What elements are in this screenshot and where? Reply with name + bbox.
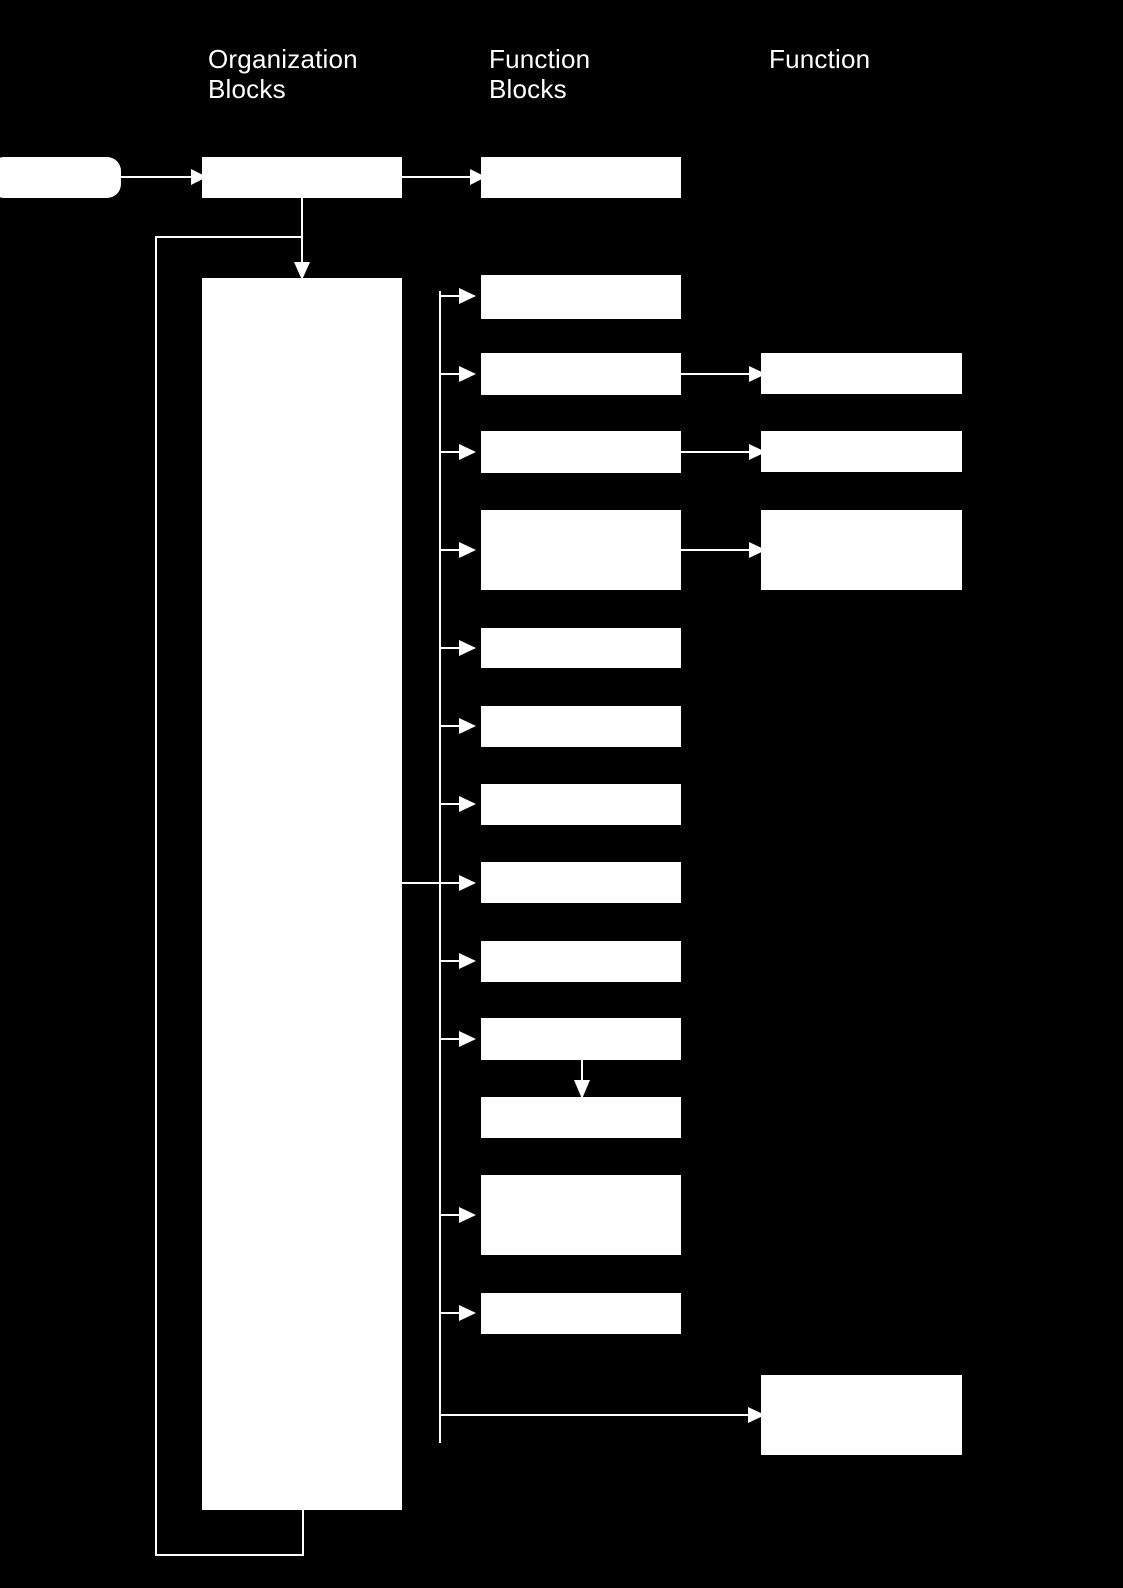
- function-block-10-label: [481, 1018, 681, 1060]
- connector-ob-main-bus: [402, 291, 441, 1443]
- function-block-11[interactable]: [481, 1097, 681, 1138]
- function-1[interactable]: [761, 353, 962, 394]
- function-block-7-label: [481, 784, 681, 825]
- function-block-13[interactable]: [481, 1293, 681, 1334]
- function-block-8[interactable]: [481, 862, 681, 903]
- connector-bus-to-fb-7: [440, 796, 476, 812]
- function-block-9[interactable]: [481, 941, 681, 982]
- entry-block[interactable]: [0, 157, 121, 198]
- connector-bus-to-fb-8: [440, 875, 476, 891]
- entry-block-label: [0, 157, 121, 198]
- function-block-12-label: [481, 1175, 681, 1255]
- function-bottom-label: [761, 1375, 962, 1455]
- connector-fb-3-to-fn-2: [681, 444, 766, 460]
- organization-block-main-cycle-label: [202, 278, 402, 1510]
- function-block-1-label: [481, 275, 681, 319]
- function-block-6-label: [481, 706, 681, 747]
- function-2[interactable]: [761, 431, 962, 472]
- connector-bus-to-fb-9: [440, 953, 476, 969]
- column-title-function-blocks: Function Blocks: [489, 44, 591, 104]
- function-block-1[interactable]: [481, 275, 681, 319]
- function-block-5-label: [481, 628, 681, 668]
- connector-bus-to-fb-6: [440, 718, 476, 734]
- column-title-function: Function: [769, 44, 871, 74]
- connector-bus-to-fb-10: [440, 1031, 476, 1047]
- connector-bus-to-fb-1: [440, 288, 476, 304]
- connector-bus-to-fb-5: [440, 640, 476, 656]
- function-block-startup-label: [481, 157, 681, 198]
- function-block-11-label: [481, 1097, 681, 1138]
- organization-block-startup[interactable]: [202, 157, 402, 198]
- function-block-5[interactable]: [481, 628, 681, 668]
- connector-entry-to-ob-top: [121, 169, 207, 185]
- function-block-4[interactable]: [481, 510, 681, 590]
- function-block-3-label: [481, 431, 681, 473]
- connector-bus-to-fn-bottom: [439, 1407, 765, 1443]
- column-title-organization-blocks: Organization Blocks: [208, 44, 358, 104]
- function-3-label: [761, 510, 962, 590]
- connector-fb-2-to-fn-1: [681, 366, 766, 382]
- connector-bus-to-fb-12: [440, 1207, 476, 1223]
- connector-fb-4-to-fn-3: [681, 542, 766, 558]
- connector-bus-to-fb-13: [440, 1305, 476, 1321]
- function-block-8-label: [481, 862, 681, 903]
- connector-bus-to-fb-2: [440, 366, 476, 382]
- connector-ob-top-to-ob-main: [294, 198, 310, 280]
- function-block-2[interactable]: [481, 353, 681, 395]
- connector-ob-top-to-fb-top: [402, 169, 486, 185]
- organization-block-main-cycle[interactable]: [202, 278, 402, 1510]
- function-block-startup[interactable]: [481, 157, 681, 198]
- function-3[interactable]: [761, 510, 962, 590]
- function-block-12[interactable]: [481, 1175, 681, 1255]
- organization-block-startup-label: [202, 157, 402, 198]
- function-2-label: [761, 431, 962, 472]
- function-block-10[interactable]: [481, 1018, 681, 1060]
- connector-bus-to-fb-3: [440, 444, 476, 460]
- function-block-13-label: [481, 1293, 681, 1334]
- function-block-9-label: [481, 941, 681, 982]
- function-block-4-label: [481, 510, 681, 590]
- connector-bus-to-fb-4: [440, 542, 476, 558]
- function-block-6[interactable]: [481, 706, 681, 747]
- function-1-label: [761, 353, 962, 394]
- connector-fb-10-to-fb-11: [574, 1060, 590, 1099]
- function-block-2-label: [481, 353, 681, 395]
- function-bottom[interactable]: [761, 1375, 962, 1455]
- function-block-3[interactable]: [481, 431, 681, 473]
- diagram-canvas: Organization Blocks Function Blocks Func…: [0, 0, 1123, 1588]
- function-block-7[interactable]: [481, 784, 681, 825]
